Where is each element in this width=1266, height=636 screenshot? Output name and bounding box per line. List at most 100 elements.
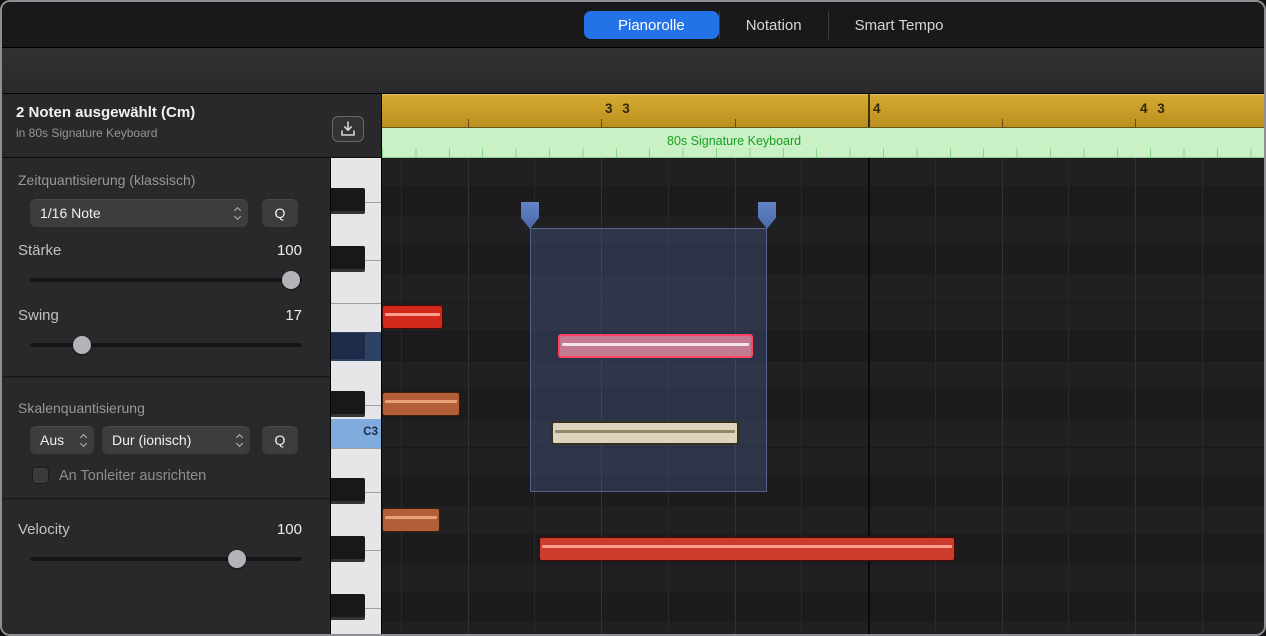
swing-label: Swing bbox=[18, 307, 59, 324]
black-key bbox=[331, 246, 365, 272]
piano-key[interactable] bbox=[331, 187, 382, 216]
strength-slider[interactable] bbox=[30, 270, 302, 290]
grid-line bbox=[801, 158, 802, 636]
ruler-tick bbox=[735, 119, 736, 127]
tab-notation[interactable]: Notation bbox=[719, 11, 829, 39]
velocity-value: 100 bbox=[277, 521, 302, 538]
grid-row bbox=[382, 187, 1266, 216]
slider-track bbox=[30, 343, 302, 347]
piano-key[interactable] bbox=[331, 506, 382, 535]
key-separator bbox=[365, 550, 382, 551]
black-key bbox=[331, 478, 365, 504]
piano-key[interactable] bbox=[331, 593, 382, 622]
piano-key[interactable] bbox=[331, 158, 382, 187]
midi-note[interactable] bbox=[382, 392, 460, 416]
midi-note[interactable] bbox=[382, 508, 440, 532]
piano-roll-inspector: Zeitquantisierung (klassisch) 1/16 Note … bbox=[2, 158, 330, 636]
velocity-line bbox=[555, 430, 735, 433]
ruler-tick bbox=[468, 119, 469, 127]
black-key bbox=[331, 188, 365, 214]
tab-pianorolle[interactable]: Pianorolle bbox=[584, 11, 719, 39]
piano-key[interactable] bbox=[331, 361, 382, 390]
velocity-line bbox=[542, 545, 952, 548]
selection-title: 2 Noten ausgewählt (Cm) bbox=[16, 104, 195, 121]
section-divider bbox=[2, 376, 330, 378]
piano-key[interactable] bbox=[331, 245, 382, 274]
download-tray-icon bbox=[338, 120, 358, 138]
ruler-tick bbox=[601, 119, 602, 127]
piano-key[interactable] bbox=[331, 448, 382, 477]
ruler-bar-label: 3 3 bbox=[605, 101, 633, 116]
tab-smart-tempo[interactable]: Smart Tempo bbox=[829, 11, 970, 39]
slider-track bbox=[30, 557, 302, 561]
snap-to-scale-checkbox[interactable] bbox=[32, 467, 49, 484]
scale-quantize-apply-button[interactable]: Q bbox=[262, 426, 298, 454]
key-label-c3: C3 bbox=[363, 426, 378, 438]
selection-marquee[interactable] bbox=[530, 228, 767, 492]
piano-key[interactable] bbox=[331, 274, 382, 303]
time-quantize-value: 1/16 Note bbox=[40, 205, 229, 221]
grid-row bbox=[382, 216, 1266, 245]
ruler-bar-label: 4 bbox=[873, 101, 884, 116]
key-separator bbox=[365, 492, 382, 493]
swing-slider[interactable] bbox=[30, 335, 302, 355]
grid-line bbox=[1002, 158, 1003, 636]
scale-mode-dropdown[interactable]: Dur (ionisch) bbox=[102, 426, 250, 454]
black-key bbox=[331, 536, 365, 562]
grid-line bbox=[468, 158, 469, 636]
editor-toolbar: Bearbeiten Funktionen Ansicht bbox=[2, 48, 1264, 94]
stepper-updown-icon bbox=[81, 435, 86, 446]
grid-row bbox=[382, 361, 1266, 390]
piano-key[interactable] bbox=[331, 332, 382, 361]
quantize-apply-button[interactable]: Q bbox=[262, 199, 298, 227]
piano-key[interactable] bbox=[331, 303, 382, 332]
piano-keys: C3 bbox=[330, 158, 382, 636]
note-grid[interactable] bbox=[382, 158, 1266, 636]
piano-key[interactable]: C3 bbox=[331, 419, 382, 448]
apply-button[interactable] bbox=[332, 116, 364, 142]
slider-thumb[interactable] bbox=[282, 271, 300, 289]
track-region-name: 80s Signature Keyboard bbox=[667, 134, 801, 148]
black-key bbox=[331, 333, 365, 359]
piano-key[interactable] bbox=[331, 564, 382, 593]
scale-quantize-section-label: Skalenquantisierung bbox=[18, 400, 145, 416]
midi-note[interactable] bbox=[539, 537, 955, 561]
midi-note[interactable] bbox=[382, 305, 443, 329]
scale-mode-value: Dur (ionisch) bbox=[112, 432, 231, 448]
piano-key[interactable] bbox=[331, 535, 382, 564]
velocity-line bbox=[562, 343, 749, 346]
slider-thumb[interactable] bbox=[228, 550, 246, 568]
grid-line bbox=[1068, 158, 1069, 636]
key-separator bbox=[365, 405, 382, 406]
piano-key[interactable] bbox=[331, 216, 382, 245]
velocity-label: Velocity bbox=[18, 521, 70, 538]
grid-row bbox=[382, 593, 1266, 622]
grid-row bbox=[382, 274, 1266, 303]
piano-key[interactable] bbox=[331, 622, 382, 636]
piano-key[interactable] bbox=[331, 390, 382, 419]
key-separator bbox=[365, 260, 382, 261]
grid-line bbox=[868, 158, 870, 636]
scale-root-value: Aus bbox=[40, 432, 75, 448]
grid-row bbox=[382, 477, 1266, 506]
bar-ruler[interactable]: 3 344 3 bbox=[382, 94, 1266, 128]
swing-value: 17 bbox=[285, 307, 302, 324]
editor-tabs: Pianorolle Notation Smart Tempo bbox=[584, 11, 970, 39]
velocity-slider[interactable] bbox=[30, 549, 302, 569]
midi-note-selected[interactable] bbox=[558, 334, 753, 358]
stepper-updown-icon bbox=[235, 208, 240, 219]
key-separator bbox=[365, 202, 382, 203]
slider-thumb[interactable] bbox=[73, 336, 91, 354]
strength-value: 100 bbox=[277, 242, 302, 259]
scale-root-dropdown[interactable]: Aus bbox=[30, 426, 94, 454]
time-quantize-dropdown[interactable]: 1/16 Note bbox=[30, 199, 248, 227]
logic-piano-roll-window: Pianorolle Notation Smart Tempo Bearbeit… bbox=[0, 0, 1266, 636]
track-region-strip[interactable]: 80s Signature Keyboard bbox=[382, 128, 1266, 158]
snap-to-scale-label: An Tonleiter ausrichten bbox=[59, 468, 206, 484]
time-quantize-section-label: Zeitquantisierung (klassisch) bbox=[18, 172, 195, 188]
piano-key[interactable] bbox=[331, 477, 382, 506]
midi-note-selected[interactable] bbox=[551, 421, 739, 445]
top-tab-bar: Pianorolle Notation Smart Tempo bbox=[2, 2, 1264, 48]
black-key bbox=[331, 391, 365, 417]
grid-row bbox=[382, 245, 1266, 274]
